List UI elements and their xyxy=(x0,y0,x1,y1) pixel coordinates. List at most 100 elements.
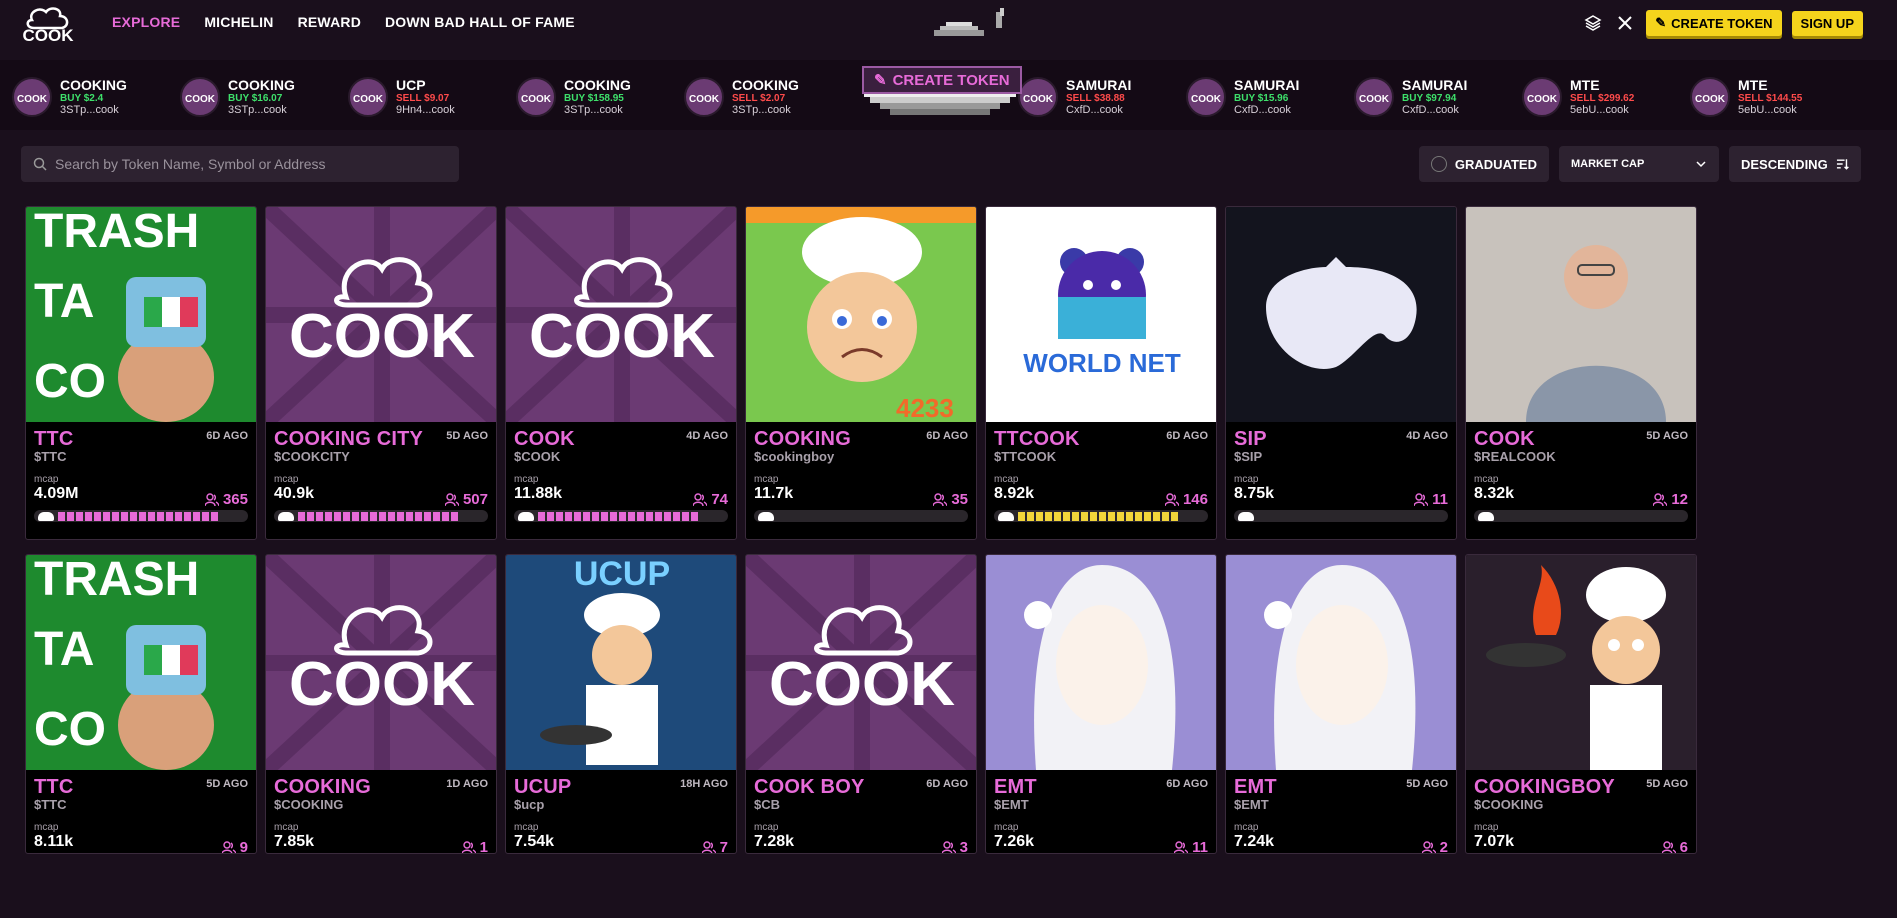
create-token-button[interactable]: ✎ CREATE TOKEN xyxy=(1646,10,1782,36)
svg-text:COOK: COOK xyxy=(17,94,47,105)
ticker-item[interactable]: COOK UCP SELL $9.07 9Hn4...cook xyxy=(348,74,455,120)
mcap-label: mcap xyxy=(274,822,299,833)
token-avatar-icon: COOK xyxy=(180,77,220,117)
token-card[interactable]: TRASH TA CO TTC 6D AGO $TTC mcap 4.09M 3… xyxy=(25,206,257,540)
holders-icon xyxy=(933,492,948,506)
token-card[interactable]: COOK COOKING CITY 5D AGO $COOKCITY mcap … xyxy=(265,206,497,540)
center-create-token-button[interactable]: ✎ CREATE TOKEN xyxy=(862,66,1022,94)
bonding-progress-bar xyxy=(1474,510,1688,522)
pot-icon xyxy=(1478,511,1494,521)
mcap-value: 7.07k xyxy=(1474,833,1515,850)
emt-anime-art xyxy=(986,555,1216,770)
ticker-item[interactable]: COOK SAMURAI SELL $38.88 CxfD...cook xyxy=(1018,74,1131,120)
nav-michelin[interactable]: MICHELIN xyxy=(204,14,273,30)
mcap-value: 7.54k xyxy=(514,833,555,850)
main-nav: EXPLORE MICHELIN REWARD DOWN BAD HALL OF… xyxy=(112,14,575,30)
holders-icon xyxy=(221,840,236,853)
ticker-address: 5ebU...cook xyxy=(1738,104,1797,117)
token-card[interactable]: COOK COOK 4D AGO $COOK mcap 11.88k 74 xyxy=(505,206,737,540)
token-card[interactable]: WORLD NET TTCOOK 6D AGO $TTCOOK mcap 8.9… xyxy=(985,206,1217,540)
nav-reward[interactable]: REWARD xyxy=(298,14,361,30)
pot-icon xyxy=(38,511,54,521)
svg-text:TRASH: TRASH xyxy=(34,555,199,606)
ticker-item[interactable]: COOK COOKING BUY $2.4 3STp...cook xyxy=(12,74,127,120)
holders-count: 7 xyxy=(701,839,728,853)
token-avatar-icon: COOK xyxy=(1354,77,1394,117)
token-card[interactable]: COOKINGBOY 5D AGO $COOKING mcap 7.07k 6 xyxy=(1465,554,1697,854)
token-age: 5D AGO xyxy=(446,430,488,442)
token-symbol: $COOKING xyxy=(274,797,344,812)
token-card[interactable]: SIP 4D AGO $SIP mcap 8.75k 11 xyxy=(1225,206,1457,540)
graduated-toggle[interactable]: GRADUATED xyxy=(1418,146,1549,182)
ticker-item[interactable]: COOK SAMURAI BUY $97.94 CxfD...cook xyxy=(1354,74,1467,120)
x-twitter-icon[interactable] xyxy=(1614,12,1636,34)
token-card[interactable]: COOK COOK BOY 6D AGO $CB mcap 7.28k 3 xyxy=(745,554,977,854)
ticker-address: 3STp...cook xyxy=(228,104,287,117)
mcap-label: mcap xyxy=(994,822,1019,833)
holders-count: 11 xyxy=(1414,491,1448,508)
holders-icon xyxy=(461,840,476,853)
header-actions: ✎ CREATE TOKEN SIGN UP xyxy=(1582,10,1863,36)
bonding-progress-bar xyxy=(754,510,968,522)
token-avatar-icon: COOK xyxy=(516,77,556,117)
chef-boy-art xyxy=(1466,555,1696,770)
token-card[interactable]: COOK 5D AGO $REALCOOK mcap 8.32k 12 xyxy=(1465,206,1697,540)
token-age: 6D AGO xyxy=(206,430,248,442)
search-input[interactable] xyxy=(55,156,435,172)
sign-up-button[interactable]: SIGN UP xyxy=(1791,10,1863,36)
token-avatar-icon: COOK xyxy=(1690,77,1730,117)
svg-text:CO: CO xyxy=(34,355,106,408)
filter-controls: GRADUATED MARKET CAP DESCENDING xyxy=(1418,146,1861,182)
token-image: TRASH TA CO xyxy=(26,207,256,422)
svg-text:COOK: COOK xyxy=(289,650,475,719)
token-card[interactable]: EMT 6D AGO $EMT mcap 7.26k 11 xyxy=(985,554,1217,854)
ticker-address: 9Hn4...cook xyxy=(396,104,455,117)
token-symbol: $cookingboy xyxy=(754,449,835,464)
ticker-item[interactable]: COOK COOKING SELL $2.07 3STp...cook xyxy=(684,74,799,120)
token-image: 4233 xyxy=(746,207,976,422)
ticker-item[interactable]: COOK COOKING BUY $158.95 3STp...cook xyxy=(516,74,631,120)
token-age: 5D AGO xyxy=(1646,430,1688,442)
ticker-item[interactable]: COOK SAMURAI BUY $15.96 CxfD...cook xyxy=(1186,74,1299,120)
search-bar[interactable] xyxy=(21,146,459,182)
token-card[interactable]: 4233 COOKING 6D AGO $cookingboy mcap 11.… xyxy=(745,206,977,540)
holders-count: 35 xyxy=(933,491,968,508)
layers-icon[interactable] xyxy=(1582,12,1604,34)
token-card[interactable]: COOK COOKING 1D AGO $COOKING mcap 7.85k … xyxy=(265,554,497,854)
svg-text:COOK: COOK xyxy=(23,26,75,44)
token-age: 4D AGO xyxy=(686,430,728,442)
cook-logo-art: COOK xyxy=(266,207,496,422)
token-symbol: $COOK xyxy=(514,449,561,464)
token-card[interactable]: UCUP UCUP 18H AGO $ucp mcap 7.54k 7 xyxy=(505,554,737,854)
ticker-trade: BUY $97.94 xyxy=(1402,92,1457,104)
sort-by-select[interactable]: MARKET CAP xyxy=(1559,146,1719,182)
holders-count: 365 xyxy=(204,491,248,508)
token-symbol: $COOKCITY xyxy=(274,449,350,464)
cook-logo-art: COOK xyxy=(506,207,736,422)
nav-hall-of-fame[interactable]: DOWN BAD HALL OF FAME xyxy=(385,14,575,30)
graduated-checkbox[interactable] xyxy=(1430,156,1447,172)
ticker-item[interactable]: COOK COOKING BUY $16.07 3STp...cook xyxy=(180,74,295,120)
ticker-address: CxfD...cook xyxy=(1066,104,1123,117)
token-card[interactable]: TRASH TA CO TTC 5D AGO $TTC mcap 8.11k 9 xyxy=(25,554,257,854)
token-symbol: $TTC xyxy=(34,449,67,464)
sort-order-button[interactable]: DESCENDING xyxy=(1729,146,1861,182)
cook-logo[interactable]: COOK xyxy=(18,4,78,44)
bonding-progress-bar xyxy=(274,510,488,522)
cook-logo-art: COOK xyxy=(746,555,976,770)
token-age: 6D AGO xyxy=(1166,778,1208,790)
ttc-art: TRASH TA CO xyxy=(26,555,256,770)
ticker-token-name: UCP xyxy=(396,76,426,93)
ttc-art: TRASH TA CO xyxy=(26,207,256,422)
nav-explore[interactable]: EXPLORE xyxy=(112,14,180,30)
token-card[interactable]: EMT 5D AGO $EMT mcap 7.24k 2 xyxy=(1225,554,1457,854)
ticker-item[interactable]: COOK MTE SELL $144.55 5ebU...cook xyxy=(1690,74,1802,120)
svg-text:COOK: COOK xyxy=(353,94,383,105)
holders-icon xyxy=(1661,840,1676,853)
cook-logo-art: COOK xyxy=(266,555,496,770)
mcap-value: 8.11k xyxy=(34,833,74,850)
token-symbol: $EMT xyxy=(994,797,1029,812)
holders-count: 11 xyxy=(1174,839,1208,853)
ticker-item[interactable]: COOK MTE SELL $299.62 5ebU...cook xyxy=(1522,74,1634,120)
ticker-trade: BUY $15.96 xyxy=(1234,92,1289,104)
